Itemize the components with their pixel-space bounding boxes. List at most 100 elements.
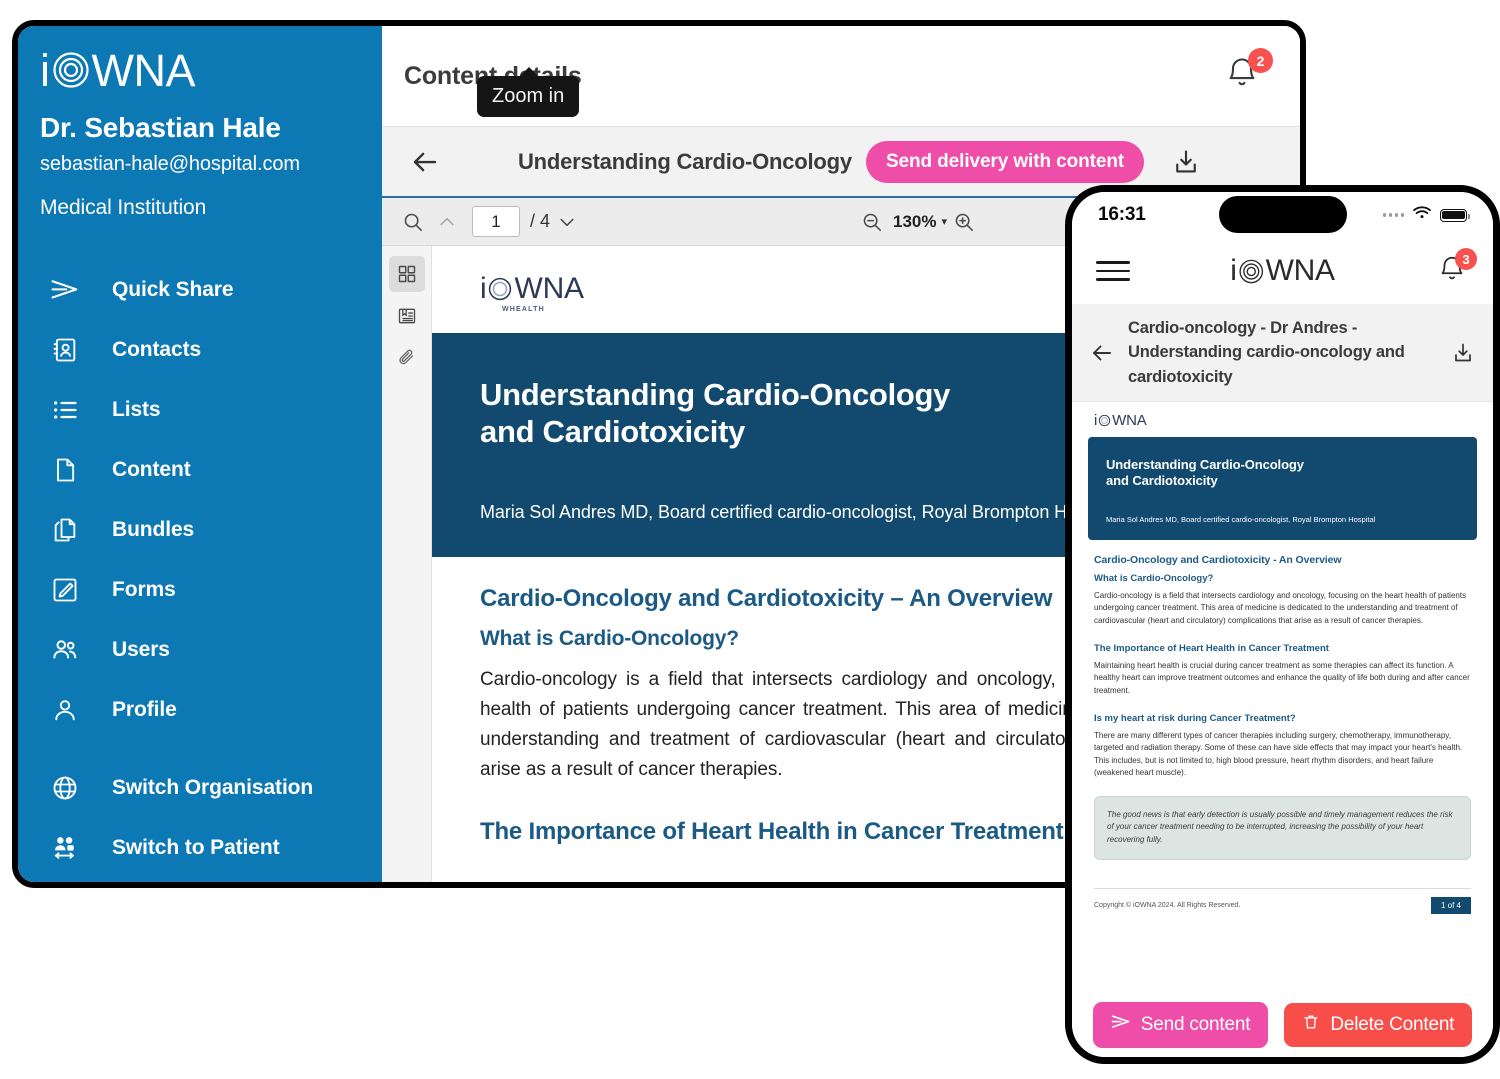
- pdf-logo-ring-icon: [487, 276, 513, 302]
- sidebar-header: i WNA Dr. Sebastian Hale sebastian-hale@h…: [18, 26, 382, 242]
- phone-back-button[interactable]: [1088, 341, 1116, 365]
- phone-logo-ring-icon: [1238, 258, 1265, 285]
- battery-icon: [1440, 208, 1470, 222]
- bundles-icon: [48, 513, 82, 547]
- send-delivery-button[interactable]: Send delivery with content: [865, 140, 1145, 183]
- phone-document-preview[interactable]: i WNA Understanding Cardio-Oncology and Ca…: [1072, 402, 1493, 993]
- phone-doc-hero-line2: and Cardiotoxicity: [1106, 473, 1218, 489]
- phone-doc-logo: i WNA: [1094, 412, 1477, 429]
- pdf-hero-title-line2: and Cardiotoxicity: [480, 413, 746, 449]
- list-icon: [48, 393, 82, 427]
- page-number-input[interactable]: [472, 206, 520, 237]
- pdf-prev-page-icon[interactable]: [430, 205, 464, 239]
- send-icon: [48, 273, 82, 307]
- page-total-label: / 4: [530, 211, 551, 231]
- bell-icon: [1437, 256, 1467, 289]
- thumbnails-view-icon[interactable]: [388, 256, 425, 292]
- phone-doc-logo-letter-i: i: [1094, 412, 1098, 430]
- zoom-out-icon[interactable]: [855, 205, 889, 239]
- signal-dots-icon: [1382, 213, 1404, 217]
- phone-doc-section-heading: Cardio-Oncology and Cardiotoxicity - An …: [1094, 553, 1342, 566]
- sidebar-item-label: Switch Organisation: [112, 776, 314, 799]
- sidebar-item-quick-share[interactable]: Quick Share: [18, 260, 382, 320]
- sidebar-item-label: Switch to Patient: [112, 836, 280, 859]
- download-button[interactable]: [1166, 142, 1206, 182]
- sidebar-bottom-nav: Switch Organisation Switch to Patient Su…: [18, 744, 382, 882]
- sidebar-item-label: Content: [112, 458, 191, 481]
- phone-notification-badge: 3: [1455, 248, 1477, 270]
- sidebar-item-users[interactable]: Users: [18, 620, 382, 680]
- pdf-logo-letter-i: i: [480, 272, 487, 305]
- phone-doc-paragraph-2: Maintaining heart health is crucial duri…: [1094, 660, 1470, 695]
- sidebar-item-contacts[interactable]: Contacts: [18, 320, 382, 380]
- phone-doc-callout: The good news is that early detection is…: [1094, 795, 1471, 861]
- phone-download-button[interactable]: [1449, 341, 1477, 365]
- delete-content-button[interactable]: Delete Content: [1284, 1003, 1473, 1047]
- send-content-button[interactable]: Send content: [1092, 1002, 1269, 1048]
- contacts-icon: [48, 333, 82, 367]
- app-logo: i WNA: [40, 44, 382, 96]
- delete-content-label: Delete Content: [1330, 1014, 1455, 1035]
- sidebar-item-profile[interactable]: Profile: [18, 680, 382, 740]
- send-icon: [1111, 1012, 1131, 1038]
- user-name: Dr. Sebastian Hale: [40, 112, 281, 143]
- phone-action-bar: Send content Delete Content: [1072, 993, 1493, 1057]
- sidebar-item-switch-to-patient[interactable]: Switch to Patient: [18, 818, 382, 878]
- pdf-side-rail: [382, 246, 432, 882]
- phone-doc-body: Cardio-Oncology and Cardiotoxicity - An …: [1088, 540, 1477, 920]
- content-title: Understanding Cardio-Oncology: [517, 148, 852, 174]
- notification-badge: 2: [1248, 48, 1273, 73]
- phone-content-title: Cardio-oncology - Dr Andres - Understand…: [1128, 319, 1405, 386]
- user-organisation: Medical Institution: [40, 196, 207, 219]
- zoom-level-value[interactable]: 130%: [893, 212, 936, 232]
- phone-doc-footer: Copyright © iOWNA 2024. All Rights Reser…: [1094, 888, 1471, 920]
- sidebar: i WNA Dr. Sebastian Hale sebastian-hale@h…: [18, 26, 382, 882]
- status-indicators: [1382, 205, 1470, 225]
- attachments-icon[interactable]: [389, 340, 425, 376]
- zoom-in-tooltip: Zoom in: [477, 67, 580, 117]
- sidebar-item-label: Lists: [112, 398, 161, 421]
- sidebar-item-forms[interactable]: Forms: [18, 560, 382, 620]
- phone-doc-heading-2: The Importance of Heart Health in Cancer…: [1094, 642, 1329, 654]
- phone-doc-hero-title: Understanding Cardio-Oncology and Cardiot…: [1106, 457, 1459, 490]
- document-icon: [48, 453, 82, 487]
- sidebar-item-switch-organisation[interactable]: Switch Organisation: [18, 758, 382, 818]
- pdf-next-page-icon[interactable]: [550, 205, 584, 239]
- send-content-label: Send content: [1140, 1014, 1251, 1035]
- sidebar-item-support[interactable]: Support: [18, 878, 382, 882]
- sidebar-item-label: Users: [112, 638, 170, 661]
- sidebar-nav: Quick Share Contacts Lists Content Bundl…: [18, 246, 382, 740]
- phone-subheader: Cardio-oncology - Dr Andres - Understand…: [1072, 304, 1493, 403]
- sidebar-item-label: Contacts: [112, 338, 202, 361]
- back-button[interactable]: [404, 141, 446, 183]
- menu-icon[interactable]: [1096, 261, 1130, 281]
- phone-document-inner: i WNA Understanding Cardio-Oncology and Ca…: [1072, 402, 1493, 920]
- phone-doc-hero-line1: Understanding Cardio-Oncology: [1106, 457, 1304, 473]
- sidebar-item-lists[interactable]: Lists: [18, 380, 382, 440]
- sidebar-item-label: Forms: [112, 578, 176, 601]
- notifications-button[interactable]: 2: [1224, 48, 1273, 98]
- zoom-in-icon[interactable]: [947, 205, 981, 239]
- phone-doc-paragraph-1: Cardio-oncology is a field that intersec…: [1094, 590, 1467, 625]
- phone-notifications-button[interactable]: 3: [1437, 248, 1477, 289]
- sidebar-item-content[interactable]: Content: [18, 440, 382, 500]
- screenshot-root: i WNA Dr. Sebastian Hale sebastian-hale@h…: [0, 0, 1500, 1079]
- switch-user-icon: [48, 831, 82, 865]
- phone-doc-heading-1: What is Cardio-Oncology?: [1094, 572, 1214, 584]
- phone-logo: i WNA: [1230, 254, 1335, 288]
- users-icon: [48, 633, 82, 667]
- logo-letter-i: i: [40, 44, 50, 96]
- user-email: sebastian-hale@hospital.com: [40, 153, 300, 175]
- sidebar-item-label: Bundles: [112, 518, 195, 541]
- pdf-search-icon[interactable]: [396, 205, 430, 239]
- sidebar-item-bundles[interactable]: Bundles: [18, 500, 382, 560]
- phone-logo-letters-wna: WNA: [1265, 254, 1335, 287]
- logo-ring-icon: [51, 50, 91, 90]
- person-icon: [48, 693, 82, 727]
- phone-doc-logo-ring-icon: [1098, 414, 1111, 427]
- status-time: 16:31: [1098, 204, 1146, 225]
- outline-view-icon[interactable]: [389, 298, 425, 334]
- wifi-icon: [1412, 205, 1432, 225]
- phone-logo-letter-i: i: [1230, 254, 1237, 287]
- sidebar-item-label: Profile: [112, 698, 177, 721]
